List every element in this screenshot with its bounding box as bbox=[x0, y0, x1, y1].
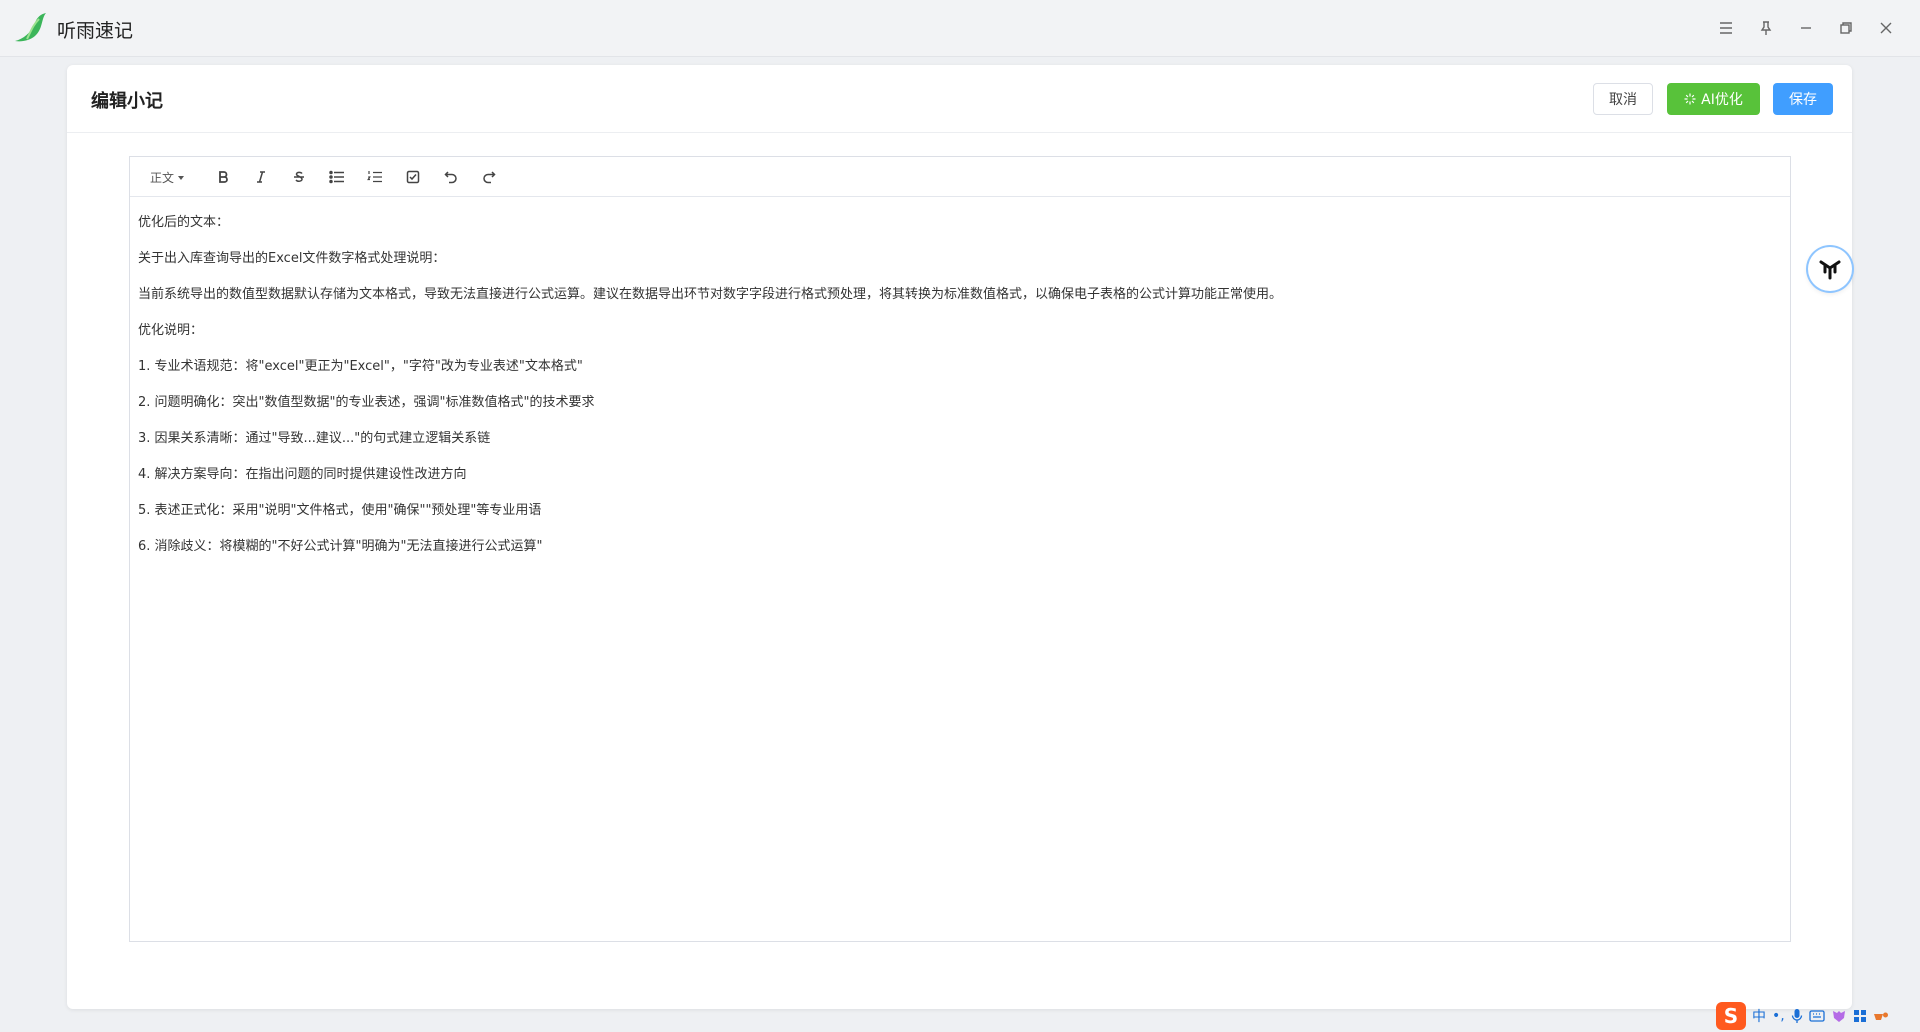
pin-icon[interactable] bbox=[1750, 14, 1782, 42]
title-bar: 听雨速记 bbox=[0, 0, 1920, 57]
editor-line: 3. 因果关系清晰：通过"导致...建议..."的句式建立逻辑关系链 bbox=[138, 431, 491, 446]
editor-content[interactable]: 优化后的文本： 关于出入库查询导出的Excel文件数字格式处理说明： 当前系统导… bbox=[138, 213, 1782, 573]
floating-assistant-button[interactable] bbox=[1808, 247, 1852, 291]
restore-icon[interactable] bbox=[1830, 14, 1862, 42]
save-button[interactable]: 保存 bbox=[1773, 83, 1833, 115]
checklist-icon[interactable] bbox=[402, 166, 424, 188]
cancel-button-label: 取消 bbox=[1609, 92, 1637, 108]
assistant-logo-icon bbox=[1819, 260, 1841, 280]
text-format-label: 正文 bbox=[150, 171, 175, 185]
editor-line: 4. 解决方案导向：在指出问题的同时提供建设性改进方向 bbox=[138, 467, 467, 482]
italic-icon[interactable] bbox=[250, 166, 272, 188]
app-logo-icon bbox=[15, 13, 46, 42]
bold-icon[interactable] bbox=[212, 166, 234, 188]
editor-line: 当前系统导出的数值型数据默认存储为文本格式，导致无法直接进行公式运算。建议在数据… bbox=[138, 287, 1283, 302]
ime-extra-icon[interactable] bbox=[1873, 1010, 1889, 1022]
editor-line: 2. 问题明确化：突出"数值型数据"的专业表述，强调"标准数值格式"的技术要求 bbox=[138, 395, 595, 410]
cancel-button[interactable]: 取消 bbox=[1593, 83, 1653, 115]
ime-language-toggle[interactable]: 中 bbox=[1752, 1006, 1766, 1026]
editor-toolbar: 正文 bbox=[130, 157, 1790, 197]
caret-down-icon bbox=[178, 175, 185, 180]
microphone-icon[interactable] bbox=[1791, 1008, 1803, 1024]
close-icon[interactable] bbox=[1870, 14, 1902, 42]
minimize-icon[interactable] bbox=[1790, 14, 1822, 42]
window-controls bbox=[1710, 14, 1902, 42]
bullet-list-icon[interactable] bbox=[326, 166, 348, 188]
editor-line: 1. 专业术语规范：将"excel"更正为"Excel"，"字符"改为专业表述"… bbox=[138, 359, 583, 374]
text-format-dropdown[interactable]: 正文 bbox=[150, 169, 185, 186]
ai-optimize-label: AI优化 bbox=[1701, 92, 1743, 108]
card-header: 编辑小记 取消 AI优化 保存 bbox=[67, 65, 1852, 133]
ime-toolbar: S 中 •, bbox=[1716, 1000, 1920, 1032]
page-title: 编辑小记 bbox=[91, 91, 163, 112]
toolbox-icon[interactable] bbox=[1853, 1009, 1867, 1023]
numbered-list-icon[interactable] bbox=[364, 166, 386, 188]
redo-icon[interactable] bbox=[478, 166, 500, 188]
ime-punctuation-toggle[interactable]: •, bbox=[1772, 1008, 1785, 1024]
strikethrough-icon[interactable] bbox=[288, 166, 310, 188]
editor-line: 5. 表述正式化：采用"说明"文件格式，使用"确保""预处理"等专业用语 bbox=[138, 503, 542, 518]
rich-text-editor[interactable]: 正文 优化后的文本： 关于出入库查询导出的Excel文件数字格式处理说明： 当前… bbox=[129, 156, 1791, 942]
undo-icon[interactable] bbox=[440, 166, 462, 188]
skin-icon[interactable] bbox=[1831, 1009, 1847, 1023]
sparkle-icon bbox=[1684, 93, 1696, 105]
ai-optimize-button[interactable]: AI优化 bbox=[1667, 83, 1760, 115]
editor-line: 优化后的文本： bbox=[138, 215, 230, 230]
editor-line: 优化说明： bbox=[138, 323, 204, 338]
app-title: 听雨速记 bbox=[57, 20, 134, 42]
sogou-ime-logo-icon[interactable]: S bbox=[1716, 1002, 1746, 1030]
editor-line: 6. 消除歧义：将模糊的"不好公式计算"明确为"无法直接进行公式运算" bbox=[138, 539, 543, 554]
edit-note-card: 编辑小记 取消 AI优化 保存 正文 优化后的文本： 关于出入库查询导出的Exc… bbox=[67, 65, 1852, 1009]
menu-icon[interactable] bbox=[1710, 14, 1742, 42]
save-button-label: 保存 bbox=[1789, 92, 1817, 108]
keyboard-icon[interactable] bbox=[1809, 1010, 1825, 1022]
editor-line: 关于出入库查询导出的Excel文件数字格式处理说明： bbox=[138, 251, 446, 266]
